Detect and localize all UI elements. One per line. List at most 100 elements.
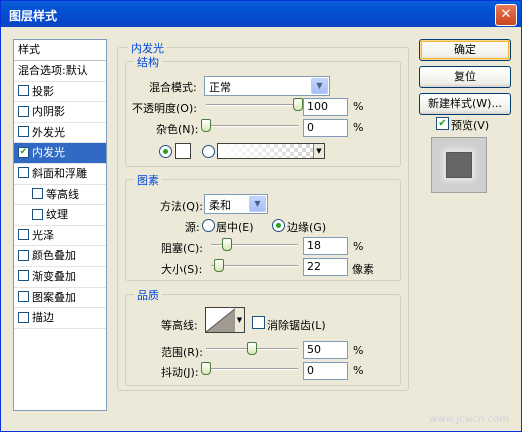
quality-title: 品质 bbox=[134, 287, 162, 303]
noise-label: 杂色(N): bbox=[156, 123, 199, 136]
sidebar-item-label: 斜面和浮雕 bbox=[32, 166, 87, 180]
noise-slider-thumb[interactable] bbox=[201, 119, 211, 132]
sidebar-item-label: 内发光 bbox=[32, 146, 65, 160]
size-label: 大小(S): bbox=[161, 263, 203, 276]
sidebar-item[interactable]: 颜色叠加 bbox=[14, 246, 106, 267]
choke-input[interactable]: 18 bbox=[303, 237, 348, 255]
gradient-picker[interactable]: ▼ bbox=[217, 143, 325, 159]
range-input[interactable]: 50 bbox=[303, 341, 348, 359]
antialias-label: 消除锯齿(L) bbox=[267, 319, 326, 332]
sidebar-item[interactable]: 描边 bbox=[14, 308, 106, 329]
noise-slider[interactable] bbox=[201, 119, 298, 132]
watermark: www.jcwcn.com bbox=[429, 414, 509, 425]
choke-slider[interactable] bbox=[211, 238, 298, 251]
sidebar-item-checkbox[interactable] bbox=[18, 229, 29, 241]
contour-picker[interactable] bbox=[205, 307, 237, 333]
range-slider-thumb[interactable] bbox=[247, 342, 257, 355]
source-edge-radio[interactable] bbox=[272, 219, 285, 232]
sidebar-item-checkbox[interactable] bbox=[32, 188, 43, 200]
chevron-down-icon: ▼ bbox=[311, 78, 328, 94]
sidebar-item-checkbox[interactable] bbox=[18, 270, 29, 282]
dialog-title: 图层样式 bbox=[9, 9, 58, 23]
sidebar-item-checkbox[interactable] bbox=[18, 249, 29, 261]
new-style-button[interactable]: 新建样式(W)... bbox=[419, 93, 511, 115]
sidebar-item[interactable]: 图案叠加 bbox=[14, 288, 106, 309]
sidebar-item-label: 投影 bbox=[32, 84, 54, 98]
sidebar-item-checkbox[interactable] bbox=[18, 85, 29, 97]
range-label: 范围(R): bbox=[161, 346, 203, 359]
antialias-checkbox[interactable] bbox=[252, 316, 265, 329]
range-slider[interactable] bbox=[206, 342, 298, 355]
jitter-slider-thumb[interactable] bbox=[201, 362, 211, 375]
opacity-slider-thumb[interactable] bbox=[293, 98, 303, 111]
reset-button[interactable]: 复位 bbox=[419, 66, 511, 88]
sidebar-item-label: 等高线 bbox=[46, 187, 79, 201]
range-unit: % bbox=[353, 344, 364, 357]
sidebar-item[interactable]: ✔ 内发光 bbox=[14, 143, 106, 164]
sidebar-item-checkbox[interactable] bbox=[18, 126, 29, 138]
sidebar-item[interactable]: 混合选项:默认 bbox=[14, 61, 106, 82]
opacity-label: 不透明度(O): bbox=[132, 102, 197, 115]
sidebar-item[interactable]: 纹理 bbox=[14, 205, 106, 226]
source-edge-label: 边缘(G) bbox=[287, 221, 327, 234]
sidebar-item-label: 纹理 bbox=[46, 208, 68, 222]
sidebar-item[interactable]: 外发光 bbox=[14, 123, 106, 144]
sidebar-item-checkbox[interactable] bbox=[18, 291, 29, 303]
opacity-unit: % bbox=[353, 100, 364, 113]
sidebar-item-label: 混合选项:默认 bbox=[18, 64, 88, 77]
sidebar-item-label: 外发光 bbox=[32, 125, 65, 139]
layer-style-dialog: 图层样式 ✕ 样式 混合选项:默认 投影 内阴影 外发光 ✔ 内发光 斜面和浮雕 等高线 纹理光… bbox=[0, 0, 522, 432]
opacity-input[interactable]: 100 bbox=[303, 98, 348, 116]
sidebar-item[interactable]: 斜面和浮雕 bbox=[14, 164, 106, 185]
sidebar-item-label: 描边 bbox=[32, 311, 54, 325]
choke-label: 阻塞(C): bbox=[161, 242, 203, 255]
glow-color-swatch[interactable] bbox=[175, 143, 191, 159]
size-slider-thumb[interactable] bbox=[213, 259, 224, 272]
opacity-slider-track bbox=[206, 104, 298, 106]
sidebar-item[interactable]: 等高线 bbox=[14, 185, 106, 206]
title-bar: 图层样式 ✕ bbox=[1, 1, 521, 27]
style-list: 样式 混合选项:默认 投影 内阴影 外发光 ✔ 内发光 斜面和浮雕 等高线 纹理 光泽 颜色叠加 渐变… bbox=[13, 39, 107, 411]
sidebar-item-checkbox[interactable] bbox=[32, 208, 43, 220]
size-slider[interactable] bbox=[211, 259, 298, 272]
jitter-slider-track bbox=[206, 368, 298, 370]
method-label: 方法(Q): bbox=[160, 200, 203, 213]
style-preview bbox=[431, 137, 487, 193]
gradient-radio[interactable] bbox=[202, 145, 215, 158]
preview-checkbox[interactable]: ✔ bbox=[436, 117, 449, 130]
opacity-slider[interactable] bbox=[206, 98, 303, 111]
sidebar-item-checkbox[interactable] bbox=[18, 311, 29, 323]
chevron-down-icon[interactable]: ▼ bbox=[235, 307, 245, 333]
blend-mode-label: 混合模式: bbox=[149, 81, 197, 94]
source-center-radio[interactable] bbox=[202, 219, 215, 232]
sidebar-item-checkbox[interactable] bbox=[18, 105, 29, 117]
preview-label: 预览(V) bbox=[451, 119, 490, 132]
noise-input[interactable]: 0 bbox=[303, 119, 348, 137]
size-input[interactable]: 22 bbox=[303, 258, 348, 276]
solid-color-radio[interactable] bbox=[159, 145, 172, 158]
jitter-label: 抖动(J): bbox=[161, 366, 199, 379]
style-list-header[interactable]: 样式 bbox=[14, 40, 106, 61]
noise-slider-track bbox=[206, 125, 298, 127]
sidebar-item-checkbox[interactable]: ✔ bbox=[18, 146, 29, 158]
noise-unit: % bbox=[353, 121, 364, 134]
close-button[interactable]: ✕ bbox=[495, 4, 517, 26]
chevron-down-icon: ▼ bbox=[249, 196, 266, 212]
size-unit: 像素 bbox=[352, 263, 374, 276]
chevron-down-icon[interactable]: ▼ bbox=[313, 144, 324, 158]
blend-mode-select[interactable]: 正常 ▼ bbox=[204, 76, 330, 96]
sidebar-item[interactable]: 渐变叠加 bbox=[14, 267, 106, 288]
sidebar-item[interactable]: 投影 bbox=[14, 82, 106, 103]
sidebar-item[interactable]: 内阴影 bbox=[14, 102, 106, 123]
ok-button[interactable]: 确定 bbox=[419, 39, 511, 61]
jitter-slider[interactable] bbox=[201, 362, 298, 375]
sidebar-item-label: 光泽 bbox=[32, 228, 54, 242]
choke-slider-thumb[interactable] bbox=[221, 238, 232, 251]
close-icon: ✕ bbox=[500, 7, 512, 22]
elements-title: 图素 bbox=[134, 172, 162, 188]
sidebar-item[interactable]: 光泽 bbox=[14, 226, 106, 247]
contour-curve-icon bbox=[206, 308, 236, 332]
method-select[interactable]: 柔和 ▼ bbox=[204, 194, 268, 214]
sidebar-item-checkbox[interactable] bbox=[18, 167, 29, 179]
jitter-input[interactable]: 0 bbox=[303, 362, 348, 380]
